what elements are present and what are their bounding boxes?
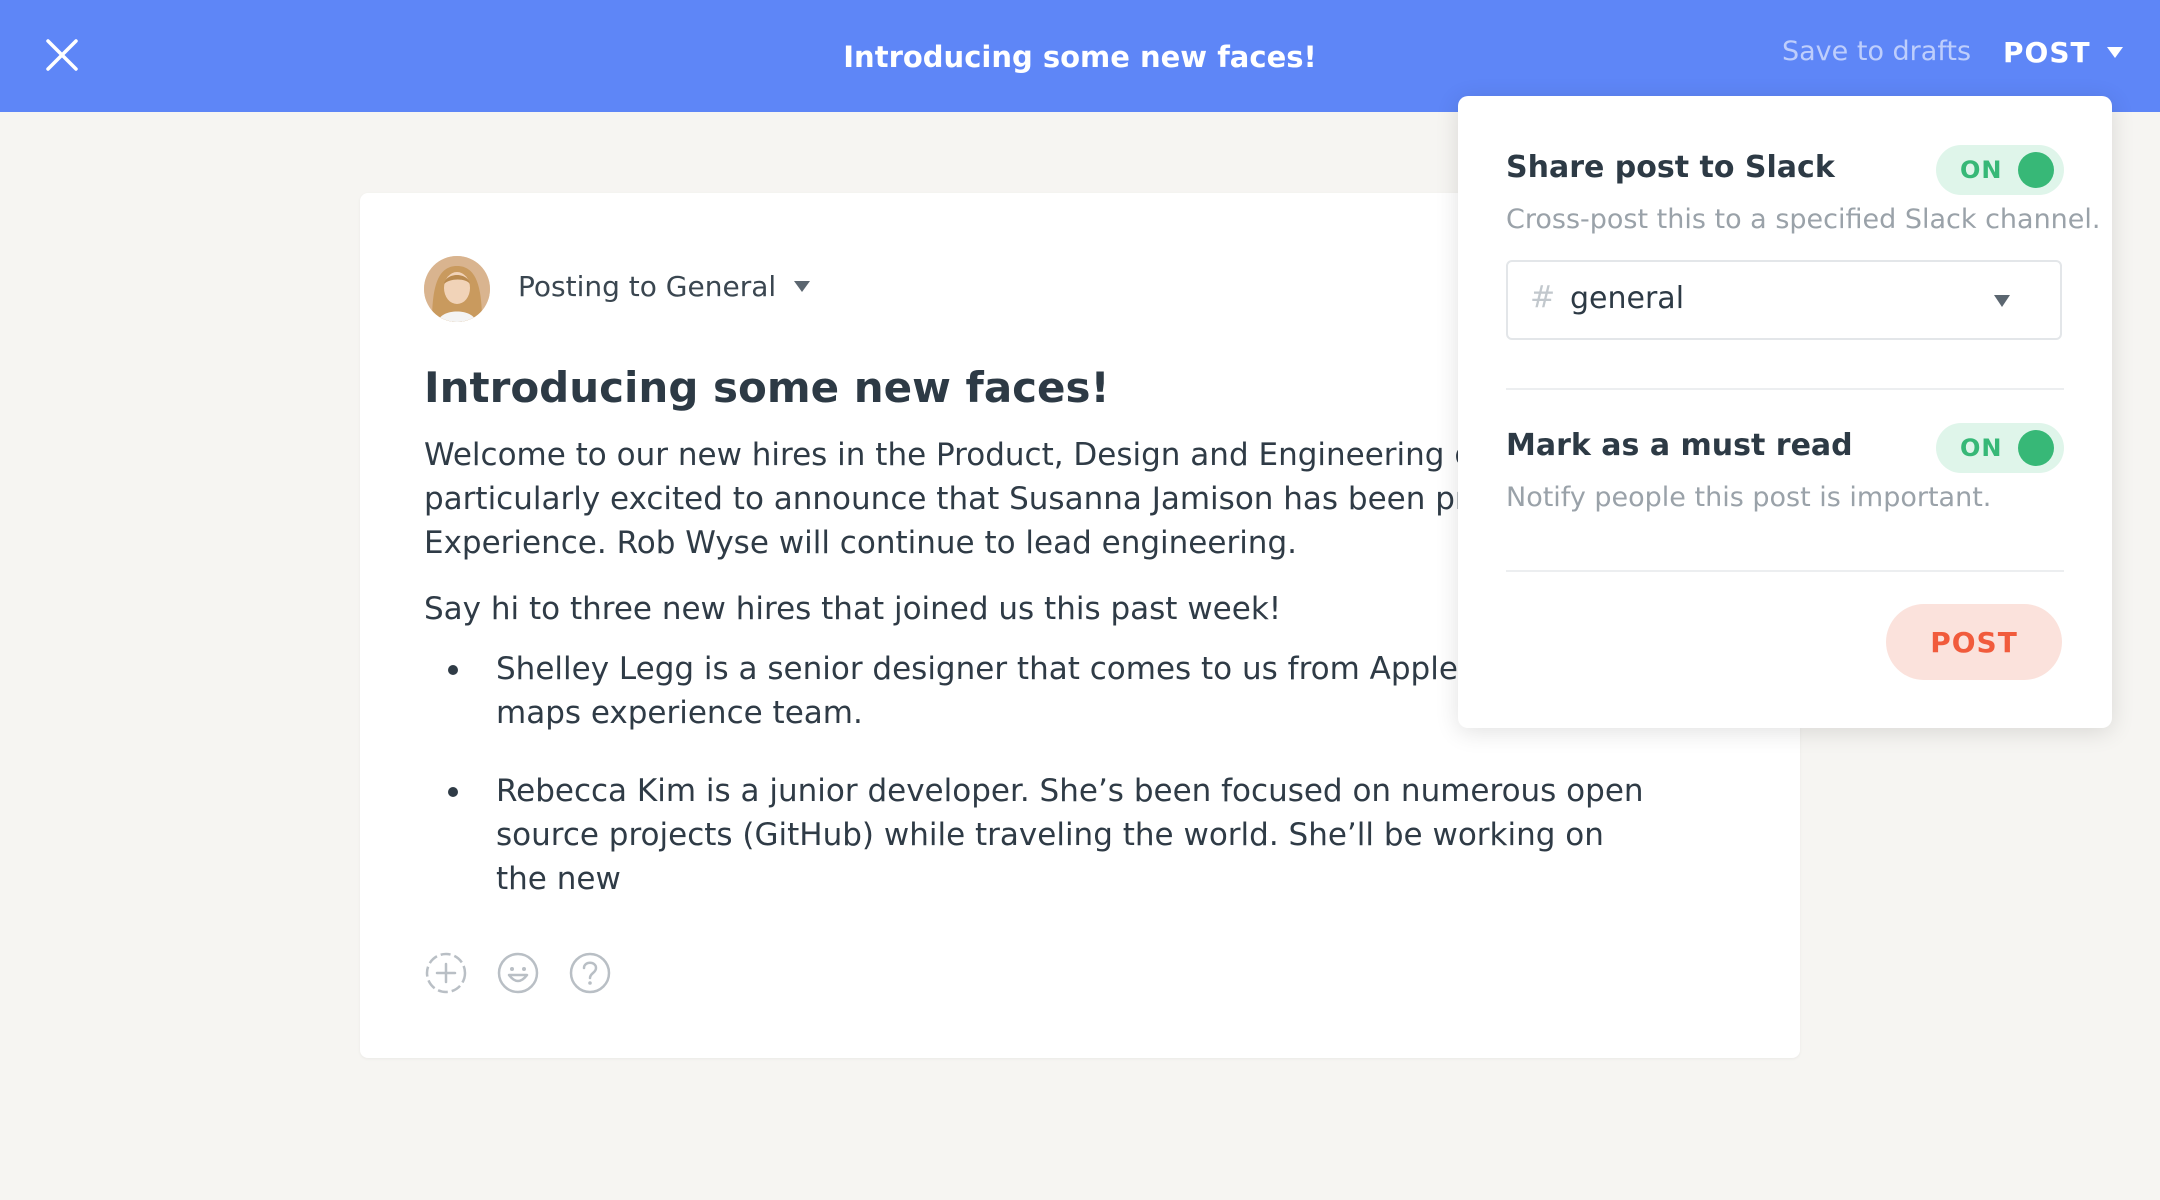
post-menu-button[interactable]: POST	[2003, 36, 2123, 69]
divider	[1506, 570, 2064, 572]
toggle-label: ON	[1960, 156, 2003, 184]
channel-picker-label: Posting to General	[518, 270, 777, 303]
toggle-label: ON	[1960, 434, 2003, 462]
channel-picker[interactable]: Posting to General	[518, 270, 811, 303]
post-button[interactable]: POST	[1886, 604, 2062, 680]
hash-icon: #	[1530, 280, 1556, 315]
save-to-drafts-button[interactable]: Save to drafts	[1782, 36, 1971, 67]
add-circle-icon[interactable]	[424, 951, 468, 995]
slack-channel-select[interactable]: # general	[1506, 260, 2062, 340]
help-icon[interactable]	[568, 951, 612, 995]
slack-share-description: Cross-post this to a specified Slack cha…	[1506, 204, 2101, 235]
caret-down-icon	[1994, 295, 2010, 307]
slack-share-toggle[interactable]: ON	[1936, 145, 2064, 195]
toggle-knob	[2018, 152, 2054, 188]
avatar	[424, 256, 490, 322]
emoji-icon[interactable]	[496, 951, 540, 995]
slack-channel-value: general	[1570, 281, 1685, 316]
post-options-panel: Share post to Slack ON Cross-post this t…	[1458, 96, 2112, 728]
toggle-knob	[2018, 430, 2054, 466]
close-icon	[46, 39, 78, 71]
editor-toolbar	[424, 951, 612, 995]
slack-share-title: Share post to Slack	[1506, 150, 1835, 185]
must-read-description: Notify people this post is important.	[1506, 482, 1992, 513]
must-read-title: Mark as a must read	[1506, 428, 1853, 463]
post-title[interactable]: Introducing some new faces!	[424, 363, 1110, 412]
post-menu-label: POST	[2003, 36, 2091, 69]
caret-down-icon	[2106, 47, 2123, 58]
close-button[interactable]	[42, 30, 82, 80]
must-read-toggle[interactable]: ON	[1936, 423, 2064, 473]
list-item: Rebecca Kim is a junior developer. She’s…	[424, 769, 1654, 901]
divider	[1506, 388, 2064, 390]
caret-down-icon	[794, 281, 811, 292]
avatar-image	[424, 256, 490, 322]
